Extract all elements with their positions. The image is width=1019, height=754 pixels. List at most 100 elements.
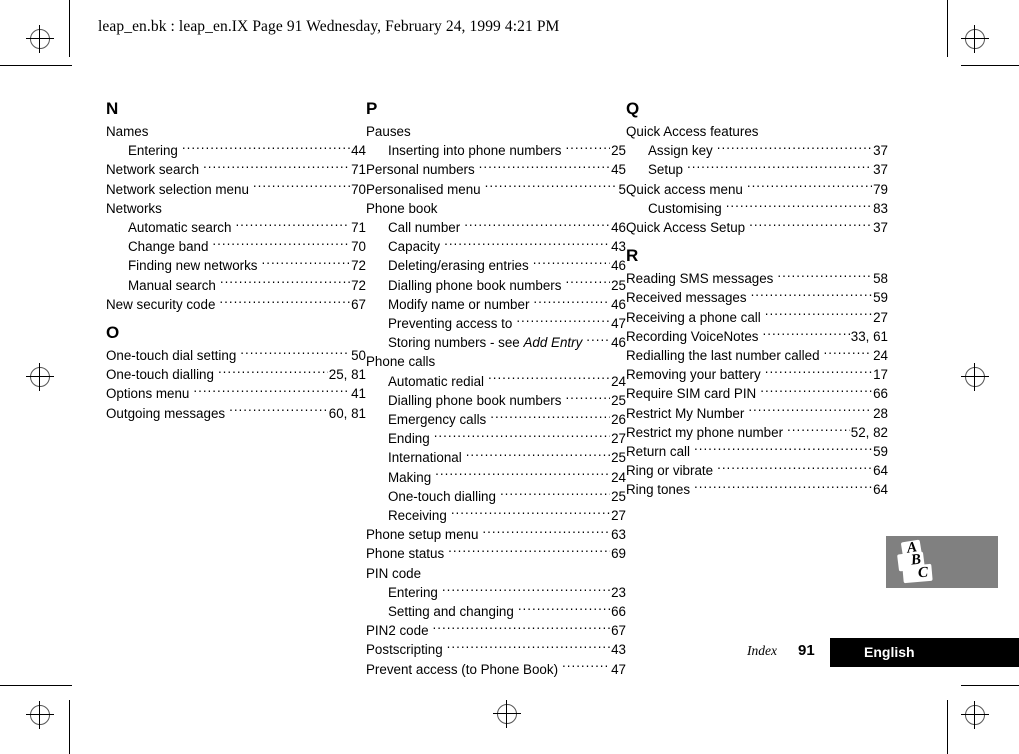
index-entry[interactable]: International 25 (366, 448, 626, 467)
index-entry[interactable]: Change band 70 (106, 237, 366, 256)
index-entry-label: Received messages (626, 290, 747, 306)
index-entry[interactable]: Outgoing messages 60, 81 (106, 404, 366, 423)
dot-leader (787, 424, 850, 437)
index-entry[interactable]: Postscripting 43 (366, 640, 626, 659)
index-entry[interactable]: Making 24 (366, 468, 626, 487)
index-entry[interactable]: Entering 44 (106, 141, 366, 160)
index-entry-label: Personal numbers (366, 162, 475, 178)
index-entry[interactable]: Personal numbers 45 (366, 160, 626, 179)
index-entry-page: 83 (873, 200, 888, 216)
index-entry[interactable]: One-touch dialling 25, 81 (106, 365, 366, 384)
index-entry[interactable]: Automatic redial 24 (366, 372, 626, 391)
index-entry[interactable]: Require SIM card PIN 66 (626, 384, 888, 403)
index-entry[interactable]: Received messages 59 (626, 288, 888, 307)
index-entry[interactable]: Restrict My Number 28 (626, 404, 888, 423)
index-entry-page: 27 (611, 508, 626, 524)
index-entry[interactable]: Reading SMS messages 58 (626, 269, 888, 288)
crop-line-bottom-left-horizontal (0, 685, 72, 686)
index-entry[interactable]: Return call 59 (626, 442, 888, 461)
dot-leader (565, 277, 610, 290)
index-entry-page: 70 (351, 181, 366, 197)
index-entry[interactable]: Storing numbers - see Add Entry 46 (366, 333, 626, 352)
index-entry-page: 44 (351, 143, 366, 159)
index-entry[interactable]: Quick Access Setup 37 (626, 218, 888, 237)
index-entry-label: Setting and changing (388, 604, 514, 620)
index-entry[interactable]: Options menu 41 (106, 384, 366, 403)
index-entry[interactable]: Dialling phone book numbers 25 (366, 276, 626, 295)
index-entry[interactable]: Automatic search 71 (106, 218, 366, 237)
index-entry[interactable]: Preventing access to 47 (366, 314, 626, 333)
index-entry-label: Phone book (366, 200, 438, 216)
abc-logo-box: A B C (886, 536, 998, 588)
index-entry[interactable]: Quick Access features (626, 122, 888, 141)
index-entry-label: Networks (106, 200, 162, 216)
index-entry[interactable]: Redialling the last number called 24 (626, 346, 888, 365)
index-entry[interactable]: Phone status 69 (366, 544, 626, 563)
dot-leader (464, 219, 610, 232)
index-entry[interactable]: Receiving 27 (366, 506, 626, 525)
index-entry[interactable]: Setup 37 (626, 160, 888, 179)
index-entry[interactable]: Deleting/erasing entries 46 (366, 256, 626, 275)
index-entry[interactable]: Pauses (366, 122, 626, 141)
index-entry[interactable]: Names (106, 122, 366, 141)
crop-line-top-left-vertical (69, 0, 70, 57)
index-entry-label: One-touch dial setting (106, 348, 237, 364)
index-entry-label: Removing your battery (626, 367, 761, 383)
index-entry[interactable]: PIN code (366, 564, 626, 583)
section-letter-heading: Q (626, 99, 640, 118)
dot-leader (485, 181, 618, 194)
index-entry[interactable]: Dialling phone book numbers 25 (366, 391, 626, 410)
index-entry[interactable]: Phone book (366, 199, 626, 218)
index-entry[interactable]: Receiving a phone call 27 (626, 308, 888, 327)
index-entry[interactable]: Entering 23 (366, 583, 626, 602)
dot-leader (490, 411, 610, 424)
index-entry-page: 59 (873, 444, 888, 460)
index-entry[interactable]: PIN2 code 67 (366, 621, 626, 640)
index-entry[interactable]: Removing your battery 17 (626, 365, 888, 384)
index-entry-label: Customising (648, 200, 722, 216)
index-entry[interactable]: Networks (106, 199, 366, 218)
index-entry[interactable]: Quick access menu 79 (626, 180, 888, 199)
index-section-n: N Names Entering 44Network search71Network … (106, 100, 366, 314)
index-entry[interactable]: Restrict my phone number 52, 82 (626, 423, 888, 442)
dot-leader (824, 347, 873, 360)
dot-leader (218, 366, 328, 379)
index-entry[interactable]: Emergency calls 26 (366, 410, 626, 429)
index-entry[interactable]: One-touch dialling 25 (366, 487, 626, 506)
dot-leader (193, 385, 350, 398)
index-entry[interactable]: Inserting into phone numbers 25 (366, 141, 626, 160)
dot-leader (765, 366, 872, 379)
index-entry[interactable]: Ring or vibrate 64 (626, 461, 888, 480)
index-entry[interactable]: Network selection menu 70 (106, 180, 366, 199)
index-page: leap_en.bk : leap_en.IX Page 91 Wednesda… (0, 0, 1019, 754)
index-entry[interactable]: Ring tones 64 (626, 480, 888, 499)
index-entry[interactable]: Manual search 72 (106, 276, 366, 295)
index-entry[interactable]: Call number 46 (366, 218, 626, 237)
index-entry[interactable]: Recording VoiceNotes 33, 61 (626, 327, 888, 346)
index-entry[interactable]: Customising 83 (626, 199, 888, 218)
index-entry-page: 67 (611, 623, 626, 639)
index-entry[interactable]: Network search 71 (106, 160, 366, 179)
index-entry[interactable]: Finding new networks 72 (106, 256, 366, 275)
index-entry[interactable]: One-touch dial setting 50 (106, 346, 366, 365)
index-entry[interactable]: Setting and changing 66 (366, 602, 626, 621)
index-entry-label: Return call (626, 444, 691, 460)
index-entry[interactable]: Ending 27 (366, 429, 626, 448)
index-entry-page: 43 (611, 239, 626, 255)
index-entry[interactable]: Prevent access (to Phone Book) 47 (366, 660, 626, 679)
index-entry[interactable]: Phone setup menu 63 (366, 525, 626, 544)
index-entry[interactable]: Personalised menu 5 (366, 180, 626, 199)
index-entry[interactable]: Capacity 43 (366, 237, 626, 256)
index-entry[interactable]: Assign key 37 (626, 141, 888, 160)
index-entry-label: Pauses (366, 124, 411, 139)
index-entry[interactable]: New security code 67 (106, 295, 366, 314)
index-entry[interactable]: Modify name or number 46 (366, 295, 626, 314)
index-entry-page: 25 (611, 143, 626, 159)
index-entry-page: 17 (873, 367, 888, 383)
index-entry-label: Storing numbers - see Add Entry (388, 333, 582, 352)
dot-leader (434, 430, 610, 443)
index-entry-label: Entering (128, 143, 178, 159)
index-entry-page: 66 (873, 386, 888, 402)
section-letter-heading: N (106, 99, 119, 118)
index-entry[interactable]: Phone calls (366, 352, 626, 371)
